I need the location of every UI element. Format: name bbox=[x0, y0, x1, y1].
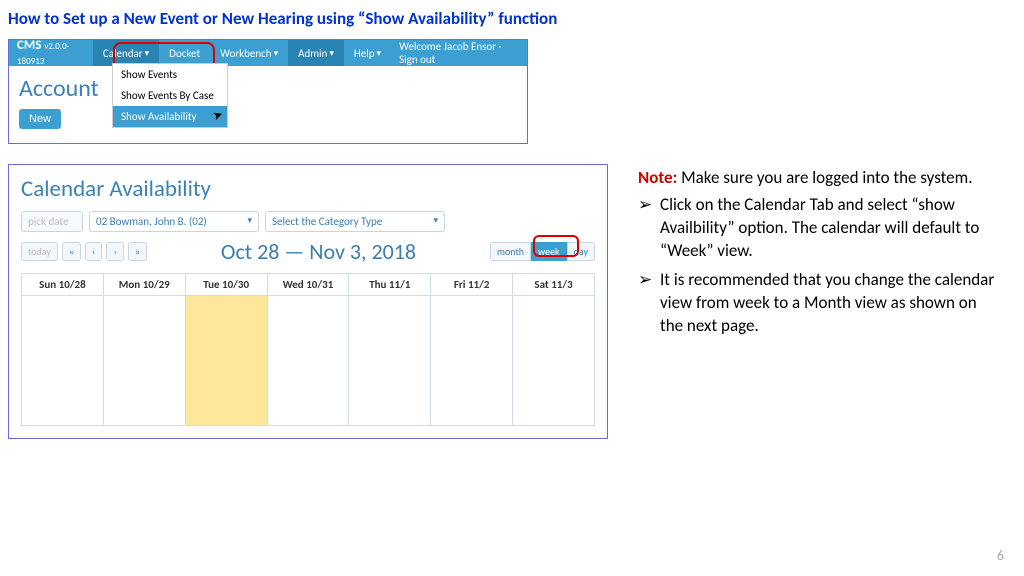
page-number: 6 bbox=[997, 547, 1004, 564]
calendar-grid: Sun 10/28 Mon 10/29 Tue 10/30 Wed 10/31 … bbox=[21, 273, 595, 426]
today-button[interactable]: today bbox=[21, 242, 58, 261]
brand: CMS v2.0.0-180913 bbox=[9, 38, 93, 68]
dropdown-show-availability[interactable]: Show Availability ➤ bbox=[113, 106, 227, 127]
view-week-button[interactable]: week bbox=[531, 242, 567, 261]
next-button[interactable]: › bbox=[106, 242, 123, 261]
day-header: Mon 10/29 bbox=[103, 274, 185, 296]
day-cell[interactable] bbox=[185, 296, 267, 426]
note-label: Note: bbox=[638, 167, 677, 188]
account-heading: Account bbox=[19, 74, 517, 103]
instruction-item: It is recommended that you change the ca… bbox=[638, 269, 998, 338]
brand-text: CMS bbox=[17, 38, 41, 53]
cursor-icon: ➤ bbox=[211, 107, 226, 125]
view-switch: month week day bbox=[490, 242, 595, 261]
day-header: Fri 11/2 bbox=[431, 274, 513, 296]
day-cell[interactable] bbox=[22, 296, 104, 426]
day-cell[interactable] bbox=[513, 296, 595, 426]
note-text: Note: Make sure you are logged into the … bbox=[638, 167, 998, 190]
nav-admin[interactable]: Admin▾ bbox=[288, 40, 344, 66]
top-nav: CMS v2.0.0-180913 Calendar▾ Docket Workb… bbox=[9, 40, 527, 66]
instruction-list: Click on the Calendar Tab and select “sh… bbox=[638, 194, 998, 338]
calendar-availability-heading: Calendar Availability bbox=[21, 175, 595, 203]
day-header: Sun 10/28 bbox=[22, 274, 104, 296]
screenshot-calendar-availability: Calendar Availability pick date 02 Bowma… bbox=[8, 164, 608, 439]
day-header: Tue 10/30 bbox=[185, 274, 267, 296]
page-title: How to Set up a New Event or New Hearing… bbox=[8, 8, 1016, 29]
pick-date-input[interactable]: pick date bbox=[21, 211, 83, 232]
prev-button[interactable]: ‹ bbox=[85, 242, 102, 261]
nav-welcome[interactable]: Welcome Jacob Ensor · Sign out bbox=[391, 40, 527, 66]
dropdown-show-events[interactable]: Show Events bbox=[113, 64, 227, 85]
day-header: Sat 11/3 bbox=[513, 274, 595, 296]
dropdown-show-events-by-case[interactable]: Show Events By Case bbox=[113, 85, 227, 106]
view-day-button[interactable]: day bbox=[567, 242, 595, 261]
prev-fast-button[interactable]: « bbox=[62, 242, 81, 261]
screenshot-calendar-menu: CMS v2.0.0-180913 Calendar▾ Docket Workb… bbox=[8, 39, 528, 144]
day-header: Thu 11/1 bbox=[349, 274, 431, 296]
nav-help[interactable]: Help▾ bbox=[344, 40, 391, 66]
category-select[interactable]: Select the Category Type▾ bbox=[265, 211, 445, 232]
calendar-dropdown: Show Events Show Events By Case Show Ava… bbox=[112, 63, 228, 128]
view-month-button[interactable]: month bbox=[490, 242, 531, 261]
day-cell[interactable] bbox=[103, 296, 185, 426]
date-range: Oct 28 — Nov 3, 2018 bbox=[151, 238, 486, 265]
day-header: Wed 10/31 bbox=[267, 274, 349, 296]
instruction-item: Click on the Calendar Tab and select “sh… bbox=[638, 194, 998, 263]
judge-select[interactable]: 02 Bowman, John B. (02)▾ bbox=[89, 211, 259, 232]
day-cell[interactable] bbox=[431, 296, 513, 426]
next-fast-button[interactable]: » bbox=[128, 242, 147, 261]
day-cell[interactable] bbox=[267, 296, 349, 426]
day-cell[interactable] bbox=[349, 296, 431, 426]
new-button[interactable]: New bbox=[19, 109, 61, 129]
